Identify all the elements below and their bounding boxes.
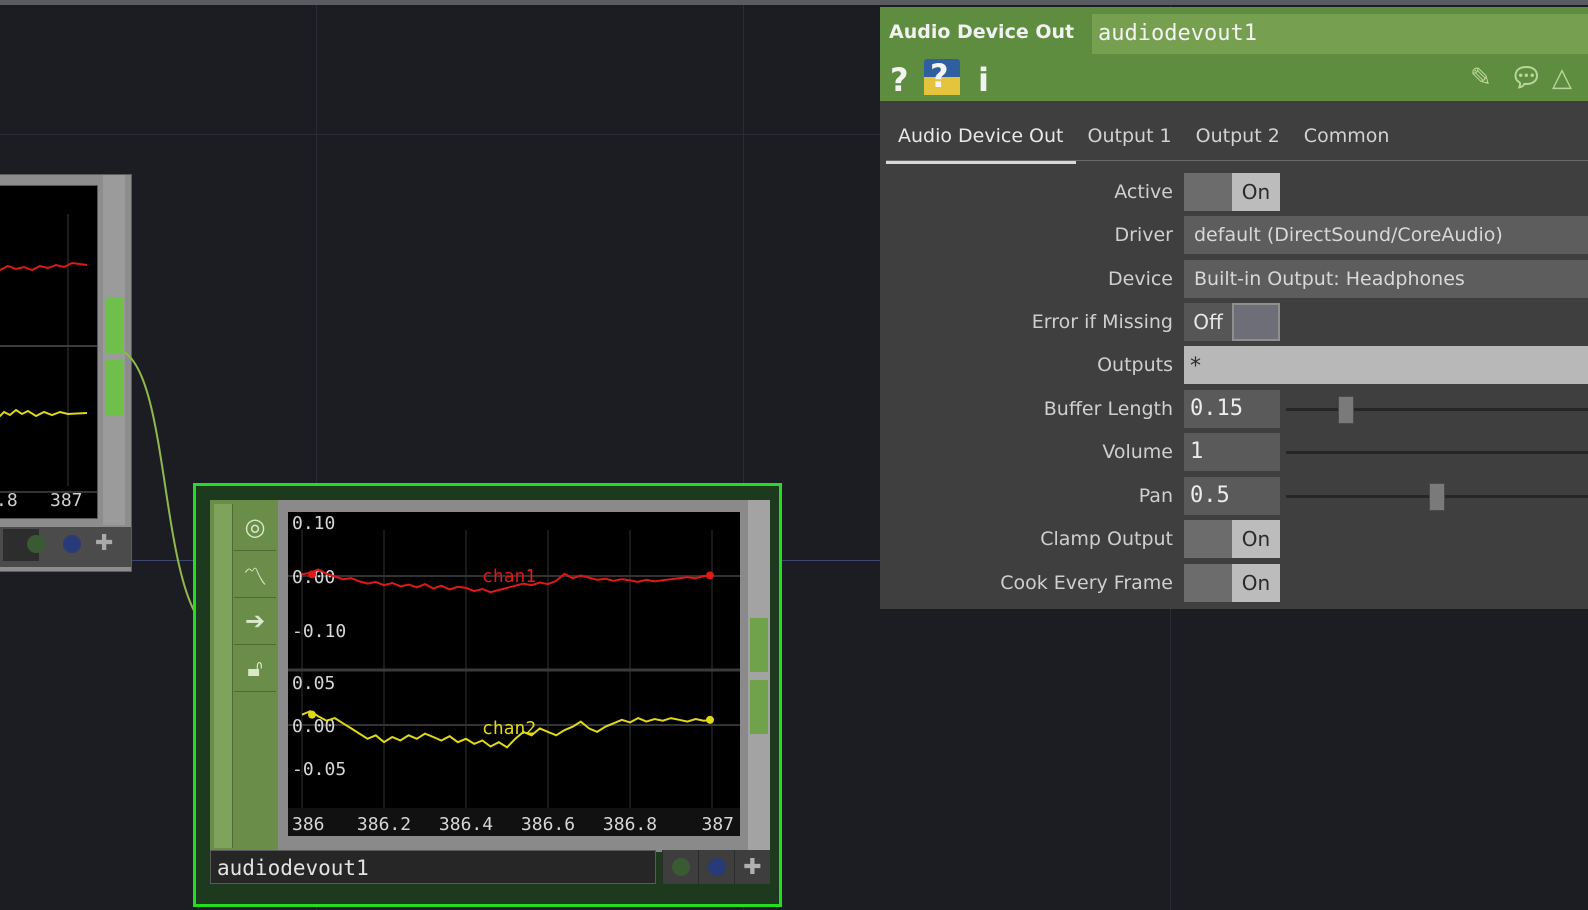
render-flag[interactable]	[698, 850, 734, 884]
bypass-flag[interactable]	[662, 850, 698, 884]
buffer-length-slider-handle[interactable]	[1338, 396, 1355, 424]
operator-name-field[interactable]: audiodevout1	[1092, 14, 1588, 54]
volume-slider-track[interactable]	[1286, 451, 1588, 454]
x-tick-label: 386.6	[521, 814, 575, 835]
toggle-knob	[1184, 564, 1232, 602]
clamp-output-toggle[interactable]: On	[1184, 520, 1280, 558]
channel-plot: 0.100.00-0.10chan10.050.00-0.05chan23863…	[288, 513, 740, 836]
x-axis-band	[288, 808, 740, 836]
param-row-clamp-output: Clamp Output On	[880, 520, 1588, 560]
param-row-outputs: Outputs *	[880, 346, 1588, 386]
python-help-icon[interactable]: ?	[924, 57, 960, 95]
y-tick-label: -0.10	[292, 621, 346, 642]
viewer-flag[interactable]: ✚	[734, 850, 770, 884]
series-start-marker	[308, 570, 316, 579]
pan-field[interactable]: 0.5	[1184, 477, 1280, 515]
series-start-marker	[308, 710, 316, 719]
param-label: Volume	[1102, 441, 1173, 463]
param-row-cook-every-frame: Cook Every Frame On	[880, 564, 1588, 604]
x-tick-label: 386	[292, 814, 325, 835]
waveform-icon[interactable]: 〽	[234, 551, 276, 598]
x-tick-label: 386.8	[603, 814, 657, 835]
param-label: Buffer Length	[1043, 398, 1173, 420]
param-label: Cook Every Frame	[1000, 572, 1173, 594]
y-tick-label: 0.05	[292, 673, 335, 694]
audiodevout-node[interactable]: ◎ 〽 ➔ 🔓︎ 0.100.00-0.10chan10.050.00-0.05…	[193, 483, 782, 907]
pencil-icon[interactable]: ✎	[1470, 63, 1492, 93]
lock-icon[interactable]: 🔓︎	[234, 645, 276, 692]
comment-icon[interactable]: 💬︎	[1510, 63, 1543, 93]
buffer-length-slider-track[interactable]	[1286, 408, 1588, 411]
operator-type-label: Audio Device Out	[889, 21, 1075, 43]
toggle-knob	[1184, 520, 1232, 558]
toggle-knob	[1184, 173, 1232, 211]
series-label-chan1: chan1	[482, 566, 536, 587]
toggle-value: On	[1232, 520, 1280, 558]
plus-icon: ✚	[743, 854, 762, 880]
arrow-right-icon[interactable]: ➔	[234, 598, 276, 645]
series-end-marker	[706, 715, 714, 724]
param-row-device: Device Built-in Output: Headphones	[880, 260, 1588, 300]
node-icon-strip: ◎ 〽 ➔ 🔓︎	[210, 500, 278, 852]
param-label: Error if Missing	[1031, 311, 1173, 333]
help-icon[interactable]: ?	[890, 61, 909, 99]
param-row-driver: Driver default (DirectSound/CoreAudio)	[880, 216, 1588, 256]
param-label: Clamp Output	[1040, 528, 1173, 550]
param-row-pan: Pan 0.5	[880, 477, 1588, 517]
warning-icon[interactable]: △	[1552, 63, 1572, 93]
node-name-field[interactable]: audiodevout1	[210, 850, 656, 884]
active-toggle[interactable]: On	[1184, 173, 1280, 211]
volume-field[interactable]: 1	[1184, 433, 1280, 471]
buffer-length-field[interactable]: 0.15	[1184, 390, 1280, 428]
parameter-tabs: Audio Device Out Output 1 Output 2 Commo…	[886, 117, 1402, 164]
param-row-active: Active On	[880, 173, 1588, 213]
toggle-knob	[1234, 305, 1278, 339]
tab-output-1[interactable]: Output 1	[1076, 117, 1184, 161]
output-connector-strip	[748, 500, 770, 852]
x-tick-label: 386.4	[439, 814, 493, 835]
param-label: Device	[1108, 268, 1173, 290]
y-tick-label: -0.05	[292, 759, 346, 780]
series-label-chan2: chan2	[482, 718, 536, 739]
output-connector[interactable]	[750, 618, 768, 672]
parameter-panel-header: Audio Device Out audiodevout1 ? ? i ✎ 💬︎…	[880, 7, 1588, 101]
info-icon[interactable]: i	[978, 61, 989, 99]
device-menu[interactable]: Built-in Output: Headphones	[1184, 260, 1588, 298]
node-body: ◎ 〽 ➔ 🔓︎ 0.100.00-0.10chan10.050.00-0.05…	[210, 500, 770, 852]
outputs-field[interactable]: *	[1184, 346, 1588, 384]
toggle-value: Off	[1184, 303, 1232, 341]
param-label: Active	[1114, 181, 1173, 203]
pan-slider-handle[interactable]	[1429, 483, 1445, 511]
input-connector-strip[interactable]	[214, 504, 233, 848]
node-viewer[interactable]: 0.100.00-0.10chan10.050.00-0.05chan23863…	[288, 512, 740, 836]
y-tick-label: 0.10	[292, 513, 335, 534]
series-end-marker	[706, 571, 714, 580]
param-label: Pan	[1138, 485, 1173, 507]
driver-menu[interactable]: default (DirectSound/CoreAudio)	[1184, 216, 1588, 254]
tab-common[interactable]: Common	[1292, 117, 1402, 161]
cook-every-frame-toggle[interactable]: On	[1184, 564, 1280, 602]
toggle-value: On	[1232, 173, 1280, 211]
param-row-error-if-missing: Error if Missing Off	[880, 303, 1588, 343]
error-if-missing-toggle[interactable]: Off	[1184, 303, 1280, 341]
parameter-panel: Audio Device Out audiodevout1 ? ? i ✎ 💬︎…	[880, 7, 1588, 609]
tab-audio-device-out[interactable]: Audio Device Out	[886, 117, 1076, 164]
param-row-buffer-length: Buffer Length 0.15	[880, 390, 1588, 430]
param-label: Driver	[1114, 224, 1173, 246]
param-label: Outputs	[1097, 354, 1173, 376]
tab-output-2[interactable]: Output 2	[1184, 117, 1292, 161]
node-flags: ✚	[662, 850, 770, 884]
toggle-value: On	[1232, 564, 1280, 602]
target-icon[interactable]: ◎	[234, 504, 276, 551]
tabs-divider	[886, 160, 1588, 161]
x-tick-label: 386.2	[357, 814, 411, 835]
param-row-volume: Volume 1	[880, 433, 1588, 473]
output-connector[interactable]	[750, 680, 768, 734]
x-tick-label: 387	[701, 814, 734, 835]
